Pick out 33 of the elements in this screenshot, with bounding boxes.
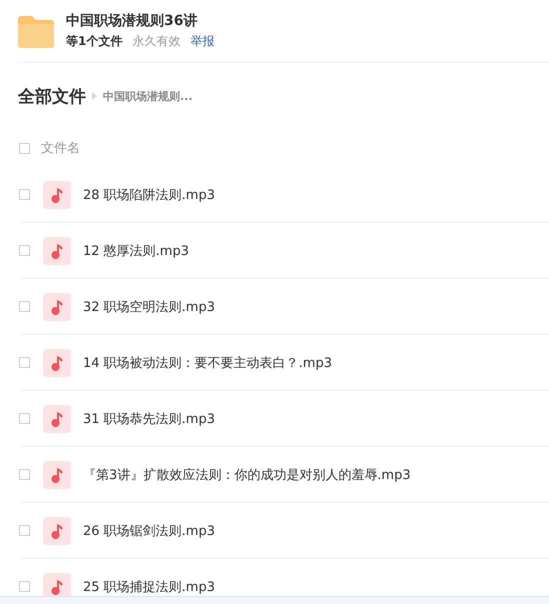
folder-icon [18, 14, 54, 48]
checkbox[interactable] [19, 469, 30, 480]
file-name[interactable]: 28 职场陷阱法则.mp3 [83, 186, 215, 204]
breadcrumb-root[interactable]: 全部文件 [18, 84, 86, 108]
column-header: 文件名 [41, 140, 80, 157]
checkbox[interactable] [19, 189, 30, 200]
report-link[interactable]: 举报 [190, 33, 214, 50]
share-title: 中国职场潜规则36讲 [66, 12, 198, 30]
chevron-icon [92, 92, 97, 100]
music-note-icon [43, 292, 71, 320]
checkbox[interactable] [19, 581, 30, 592]
file-name[interactable]: 14 职场被动法则：要不要主动表白？.mp3 [83, 354, 332, 372]
file-name[interactable]: 32 职场空明法则.mp3 [83, 298, 215, 316]
music-note-icon [43, 516, 71, 544]
music-note-icon [43, 236, 71, 264]
file-name[interactable]: 31 职场恭先法则.mp3 [83, 410, 215, 428]
validity-text: 永久有效 [132, 33, 180, 50]
music-note-icon [43, 180, 71, 208]
file-name[interactable]: 26 职场锯剑法则.mp3 [83, 522, 215, 540]
file-count: 等1个文件 [66, 33, 122, 50]
checkbox[interactable] [19, 301, 30, 312]
file-name[interactable]: 12 憨厚法则.mp3 [83, 242, 189, 260]
checkbox[interactable] [19, 413, 30, 424]
checkbox[interactable] [19, 525, 30, 536]
checkbox[interactable] [19, 142, 30, 154]
music-note-icon [43, 348, 71, 376]
file-name[interactable]: 『第3讲』扩散效应法则：你的成功是对别人的羞辱.mp3 [83, 466, 411, 484]
checkbox[interactable] [19, 357, 30, 368]
file-name[interactable]: 25 职场捕捉法则.mp3 [83, 578, 215, 596]
checkbox[interactable] [19, 245, 30, 256]
music-note-icon [43, 404, 71, 432]
music-note-icon [43, 460, 71, 488]
breadcrumb-current[interactable]: 中国职场潜规则... [103, 88, 193, 104]
